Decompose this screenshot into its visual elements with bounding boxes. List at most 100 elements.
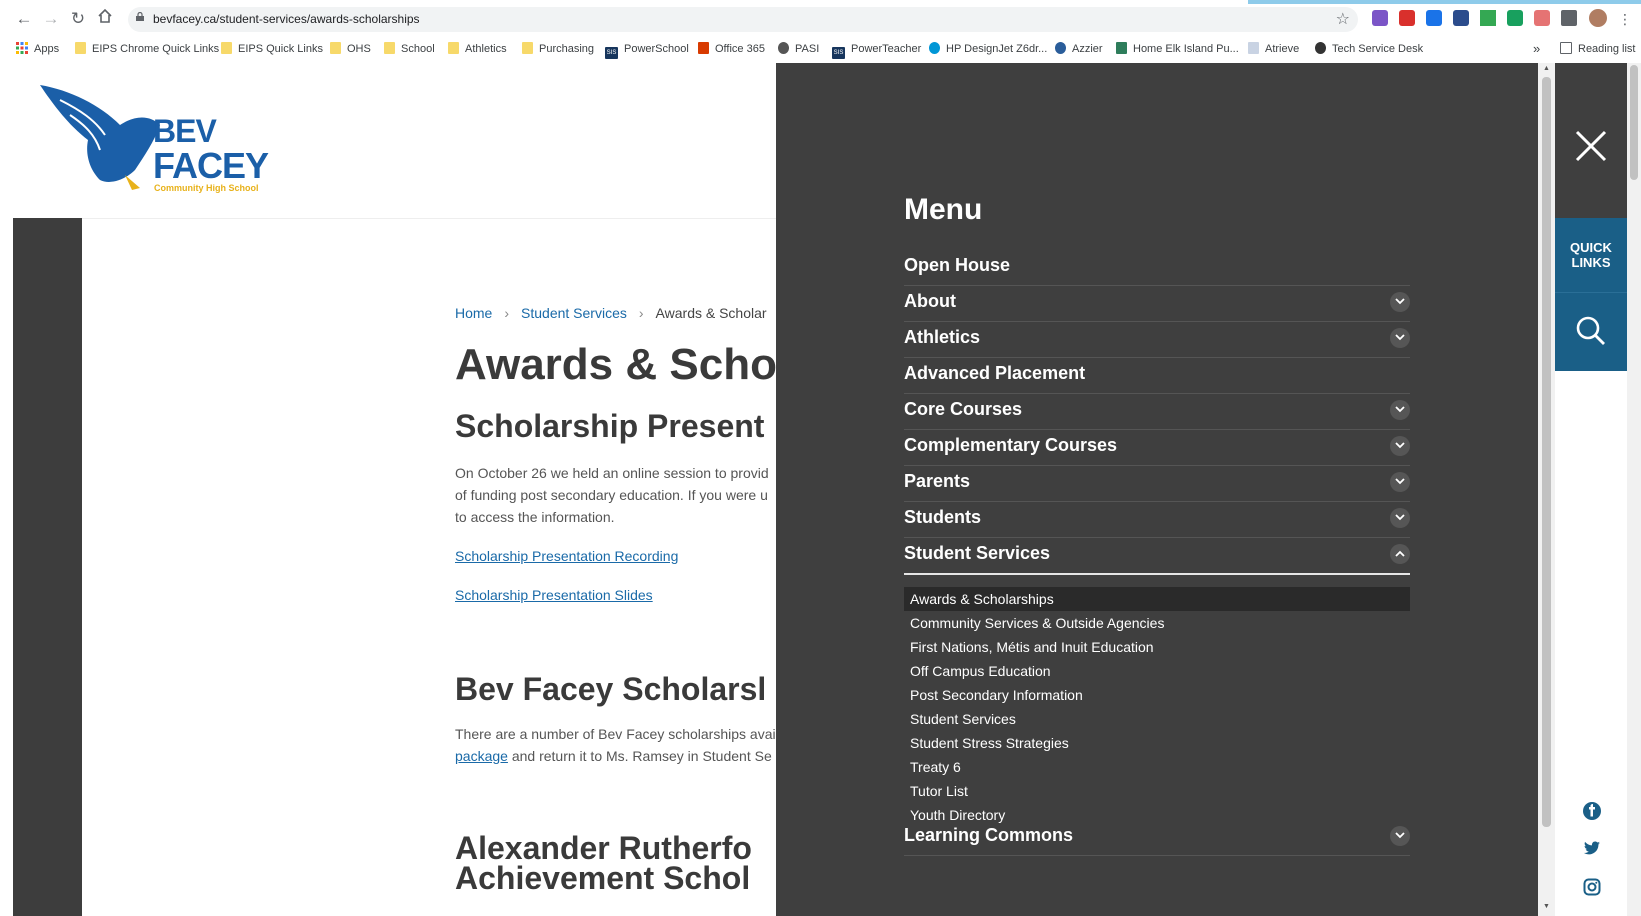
submenu-item-post-secondary[interactable]: Post Secondary Information xyxy=(904,683,1410,707)
menu-item-students[interactable]: Students xyxy=(904,501,1410,538)
chevron-down-icon[interactable] xyxy=(1390,328,1410,348)
pdf-extension-icon[interactable] xyxy=(1399,10,1415,26)
reload-icon[interactable]: ↻ xyxy=(67,8,89,30)
bookmark-office-365[interactable]: Office 365 xyxy=(698,41,765,57)
bookmark-athletics[interactable]: Athletics xyxy=(448,41,507,57)
menu-item-learning-commons[interactable]: Learning Commons xyxy=(904,819,1410,856)
chevron-down-icon[interactable] xyxy=(1390,400,1410,420)
reading-list-icon xyxy=(1560,42,1572,54)
quick-links-label: LINKS xyxy=(1571,255,1611,270)
bookmark-label: School xyxy=(401,43,435,55)
avatar[interactable] xyxy=(1589,9,1607,27)
extension-icon[interactable] xyxy=(1507,10,1523,26)
bookmark-ohs[interactable]: OHS xyxy=(330,41,371,57)
instagram-icon[interactable] xyxy=(1583,878,1601,896)
page-scrollbar[interactable] xyxy=(1627,63,1641,916)
scrollbar-thumb[interactable] xyxy=(1542,77,1551,827)
bookmark-label: PowerSchool xyxy=(624,43,689,55)
bookmark-label: EIPS Quick Links xyxy=(238,43,323,55)
bookmarks-overflow-button[interactable]: » xyxy=(1533,41,1540,57)
breadcrumb-home[interactable]: Home xyxy=(455,305,492,321)
bookmark-eips-chrome-quick-links[interactable]: EIPS Chrome Quick Links xyxy=(75,41,219,57)
facebook-icon[interactable] xyxy=(1583,802,1601,820)
link-text[interactable]: Scholarship Presentation Slides xyxy=(455,587,653,603)
submenu-item-tutor-list[interactable]: Tutor List xyxy=(904,779,1410,803)
bookmark-label: Purchasing xyxy=(539,43,595,55)
bookmark-label: Tech Service Desk xyxy=(1332,43,1424,55)
menu-item-advanced-placement[interactable]: Advanced Placement xyxy=(904,357,1410,394)
extension-icon[interactable] xyxy=(1453,10,1469,26)
chevron-down-icon[interactable] xyxy=(1390,436,1410,456)
link-package[interactable]: package xyxy=(455,748,508,764)
bookmark-school[interactable]: School xyxy=(384,41,435,57)
chevron-down-icon[interactable] xyxy=(1390,292,1410,312)
chevron-down-icon[interactable] xyxy=(1390,472,1410,492)
home-icon[interactable] xyxy=(94,8,116,30)
address-bar[interactable]: bevfacey.ca/student-services/awards-scho… xyxy=(128,7,1358,32)
section-heading-alexander-rutherford: Alexander Rutherfo Achievement Schol xyxy=(455,832,752,894)
submenu-item-treaty-6[interactable]: Treaty 6 xyxy=(904,755,1410,779)
menu-item-label: Core Courses xyxy=(904,399,1023,419)
bookmark-eips-quick-links[interactable]: EIPS Quick Links xyxy=(221,41,323,57)
menu-item-student-services[interactable]: Student Services xyxy=(904,537,1410,575)
chevron-up-icon[interactable] xyxy=(1390,544,1410,564)
breadcrumb-student-services[interactable]: Student Services xyxy=(521,305,627,321)
menu-item-parents[interactable]: Parents xyxy=(904,465,1410,502)
menu-item-core-courses[interactable]: Core Courses xyxy=(904,393,1410,430)
chevron-down-icon[interactable] xyxy=(1390,826,1410,846)
scrollbar-thumb[interactable] xyxy=(1630,65,1638,180)
breadcrumb-current: Awards & Scholar xyxy=(655,305,767,321)
paragraph-text: and return it to Ms. Ramsey in Student S… xyxy=(507,748,772,764)
bookmark-powerschool[interactable]: SIS PowerSchool xyxy=(605,41,689,59)
extension-icon[interactable] xyxy=(1534,10,1550,26)
drive-icon[interactable] xyxy=(1480,10,1496,26)
bookmark-home-elk-island[interactable]: Home Elk Island Pu... xyxy=(1116,41,1239,57)
reading-list-button[interactable]: Reading list xyxy=(1560,41,1635,57)
menu-scrollbar[interactable]: ▲ ▼ xyxy=(1538,63,1555,916)
submenu-item-first-nations[interactable]: First Nations, Métis and Inuit Education xyxy=(904,635,1410,659)
bookmark-powerteacher[interactable]: SIS PowerTeacher xyxy=(832,41,921,59)
submenu-item-awards-scholarships[interactable]: Awards & Scholarships xyxy=(904,587,1410,611)
kebab-menu-icon[interactable]: ⋮ xyxy=(1614,8,1636,30)
twitter-icon[interactable] xyxy=(1583,839,1601,857)
link-text[interactable]: Scholarship Presentation Recording xyxy=(455,548,678,564)
submenu-item-off-campus[interactable]: Off Campus Education xyxy=(904,659,1410,683)
bookmark-hp-designjet[interactable]: HP DesignJet Z6dr... xyxy=(929,41,1047,57)
extension-icon[interactable] xyxy=(1426,10,1442,26)
quick-links-label: QUICK xyxy=(1570,240,1612,255)
quick-links-button[interactable]: QUICK LINKS xyxy=(1555,218,1627,292)
close-menu-button[interactable] xyxy=(1555,63,1627,218)
url-text: bevfacey.ca/student-services/awards-scho… xyxy=(153,12,420,26)
link-scholarship-recording[interactable]: Scholarship Presentation Recording xyxy=(455,545,678,567)
chevron-down-icon[interactable] xyxy=(1390,508,1410,528)
bookmark-apps[interactable]: Apps xyxy=(16,41,59,57)
submenu-item-community-services[interactable]: Community Services & Outside Agencies xyxy=(904,611,1410,635)
browser-toolbar: ← → ↻ bevfacey.ca/student-services/award… xyxy=(0,0,1641,36)
apps-grid-icon xyxy=(16,42,28,54)
puzzle-icon[interactable] xyxy=(1561,10,1577,26)
bookmark-pasi[interactable]: PASI xyxy=(778,41,819,57)
bookmark-star-icon[interactable]: ☆ xyxy=(1336,9,1350,29)
link-scholarship-slides[interactable]: Scholarship Presentation Slides xyxy=(455,584,653,606)
search-button[interactable] xyxy=(1555,292,1627,371)
service-desk-icon xyxy=(1315,42,1326,54)
menu-item-open-house[interactable]: Open House xyxy=(904,249,1410,286)
logo-tagline: Community High School xyxy=(154,183,259,193)
scroll-up-arrow-icon[interactable]: ▲ xyxy=(1542,65,1551,72)
menu-item-about[interactable]: About xyxy=(904,285,1410,322)
bookmark-azzier[interactable]: Azzier xyxy=(1055,41,1103,57)
section-paragraph-line: There are a number of Bev Facey scholars… xyxy=(455,726,776,742)
bookmark-atrieve[interactable]: Atrieve xyxy=(1248,41,1299,57)
extension-icon[interactable] xyxy=(1372,10,1388,26)
menu-item-complementary-courses[interactable]: Complementary Courses xyxy=(904,429,1410,466)
bookmark-tech-service-desk[interactable]: Tech Service Desk xyxy=(1315,41,1423,57)
menu-item-athletics[interactable]: Athletics xyxy=(904,321,1410,358)
bookmark-purchasing[interactable]: Purchasing xyxy=(522,41,594,57)
back-icon[interactable]: ← xyxy=(13,8,35,30)
scroll-down-arrow-icon[interactable]: ▼ xyxy=(1542,903,1551,910)
bookmark-label: Apps xyxy=(34,43,60,55)
forward-icon[interactable]: → xyxy=(40,8,62,30)
submenu-item-student-services[interactable]: Student Services xyxy=(904,707,1410,731)
hp-icon xyxy=(929,42,940,54)
submenu-item-stress-strategies[interactable]: Student Stress Strategies xyxy=(904,731,1410,755)
